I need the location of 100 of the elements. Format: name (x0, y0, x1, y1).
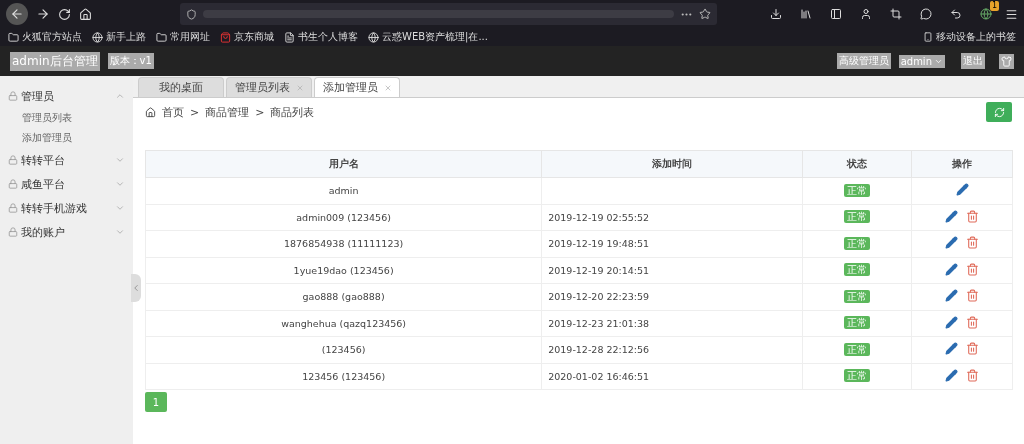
table-cell: 2020-01-02 16:46:51 (541, 363, 803, 390)
edit-icon[interactable] (955, 183, 969, 197)
chevron-up-icon (115, 91, 125, 101)
delete-icon[interactable] (966, 236, 980, 250)
sidebar-item[interactable]: 咸鱼平台 (0, 172, 133, 196)
status-tag: 正常 (844, 289, 871, 303)
home-icon (145, 106, 156, 118)
refresh-icon (993, 106, 1005, 118)
folder-icon (156, 31, 167, 43)
menu-icon[interactable] (1005, 7, 1018, 21)
account-icon[interactable] (860, 8, 872, 20)
table-cell: 123456 (123456) (145, 363, 542, 390)
edit-icon[interactable] (945, 342, 959, 356)
edit-icon[interactable] (945, 368, 959, 382)
sidebar-subitem[interactable]: 添加管理员 (0, 128, 133, 148)
delete-icon[interactable] (966, 262, 980, 276)
mobile-bookmarks-link[interactable]: 移动设备上的书签 (923, 30, 1016, 44)
table-cell: 2019-12-19 19:48:51 (541, 230, 803, 257)
table-cell: gao888 (gao888) (145, 283, 542, 310)
table-cell: (123456) (145, 336, 542, 363)
role-label: 高级管理员 (836, 53, 891, 69)
status-tag: 正常 (844, 316, 871, 330)
globe-icon (92, 31, 103, 43)
column-header: 用户名 (145, 150, 542, 178)
breadcrumb-link[interactable]: 商品列表 (270, 104, 315, 120)
bookmark-link[interactable]: 云惑WEB资产梳理|在... (368, 30, 488, 44)
sidebar-icon[interactable] (830, 8, 842, 20)
table-cell: 2019-12-20 22:23:59 (541, 283, 803, 310)
phone-icon (923, 32, 933, 42)
breadcrumb-separator: > (190, 105, 200, 119)
breadcrumb-link[interactable]: 商品管理 (205, 104, 250, 120)
column-header: 操作 (911, 150, 1013, 178)
edit-icon[interactable] (945, 315, 959, 329)
status-tag: 正常 (844, 183, 871, 197)
bookmark-link[interactable]: 火狐官方站点 (8, 30, 82, 44)
delete-icon[interactable] (966, 209, 980, 223)
column-header: 状态 (802, 150, 912, 178)
delete-icon[interactable] (966, 342, 980, 356)
lock-icon (8, 155, 18, 165)
chevron-down-icon (115, 227, 125, 237)
sidebar-subitem[interactable]: 管理员列表 (0, 108, 133, 128)
column-header: 添加时间 (541, 150, 803, 178)
bag-icon (220, 31, 231, 43)
collapse-handle[interactable] (131, 274, 141, 302)
chevron-down-icon (115, 203, 125, 213)
sidebar-item[interactable]: 转转手机游戏 (0, 196, 133, 220)
globe-icon (368, 31, 379, 43)
shield-icon (186, 8, 197, 20)
app-title: admin后台管理 (10, 51, 100, 71)
bookmark-link[interactable]: 常用网址 (156, 30, 210, 44)
crop-icon[interactable] (890, 8, 902, 20)
sidebar-item[interactable]: 管理员 (0, 84, 133, 108)
undo-icon[interactable] (950, 8, 962, 20)
back-button[interactable] (6, 3, 28, 25)
edit-icon[interactable] (945, 262, 959, 276)
page-tab[interactable]: 管理员列表 (226, 77, 312, 97)
delete-icon[interactable] (966, 368, 980, 382)
table-cell: 2019-12-19 20:14:51 (541, 257, 803, 284)
edit-icon[interactable] (945, 209, 959, 223)
chevron-down-icon (115, 155, 125, 165)
shirt-icon (1001, 55, 1012, 67)
delete-icon[interactable] (966, 315, 980, 329)
notification-badge: 1 (989, 1, 999, 11)
sidebar-item[interactable]: 转转平台 (0, 148, 133, 172)
home-icon[interactable] (79, 7, 92, 21)
table-cell: admin009 (123456) (145, 204, 542, 231)
table-cell: 1yue19dao (123456) (145, 257, 542, 284)
table-cell: 2019-12-19 02:55:52 (541, 204, 803, 231)
page-tab[interactable]: 我的桌面 (138, 77, 224, 97)
breadcrumb-separator: > (255, 105, 265, 119)
star-icon[interactable] (699, 8, 711, 20)
status-tag: 正常 (844, 263, 871, 277)
bookmark-link[interactable]: 书生个人博客 (284, 30, 358, 44)
status-tag: 正常 (844, 236, 871, 250)
page-tab[interactable]: 添加管理员 (314, 77, 400, 97)
folder-icon (8, 31, 19, 43)
chevron-left-icon (131, 283, 141, 293)
bookmark-link[interactable]: 京东商城 (220, 30, 274, 44)
status-tag: 正常 (844, 369, 871, 383)
lock-icon (8, 179, 18, 189)
table-cell: 2019-12-28 22:12:56 (541, 336, 803, 363)
delete-icon[interactable] (966, 289, 980, 303)
lock-icon (8, 91, 18, 101)
breadcrumb-link[interactable]: 首页 (162, 104, 184, 120)
lock-icon (8, 203, 18, 213)
sidebar-item[interactable]: 我的账户 (0, 220, 133, 244)
edit-icon[interactable] (945, 236, 959, 250)
chat-icon[interactable] (920, 8, 932, 20)
globe-icon[interactable] (980, 8, 992, 20)
theme-button[interactable] (999, 53, 1014, 69)
download-icon[interactable] (770, 8, 782, 20)
lock-icon (8, 227, 18, 237)
library-icon[interactable] (800, 8, 812, 20)
edit-icon[interactable] (945, 289, 959, 303)
status-tag: 正常 (844, 342, 871, 356)
reload-icon[interactable] (58, 7, 71, 21)
version-label: 版本：v1 (107, 53, 154, 69)
bookmark-link[interactable]: 新手上路 (92, 30, 146, 44)
table-cell: wanghehua (qazq123456) (145, 310, 542, 337)
document-icon (284, 31, 295, 43)
